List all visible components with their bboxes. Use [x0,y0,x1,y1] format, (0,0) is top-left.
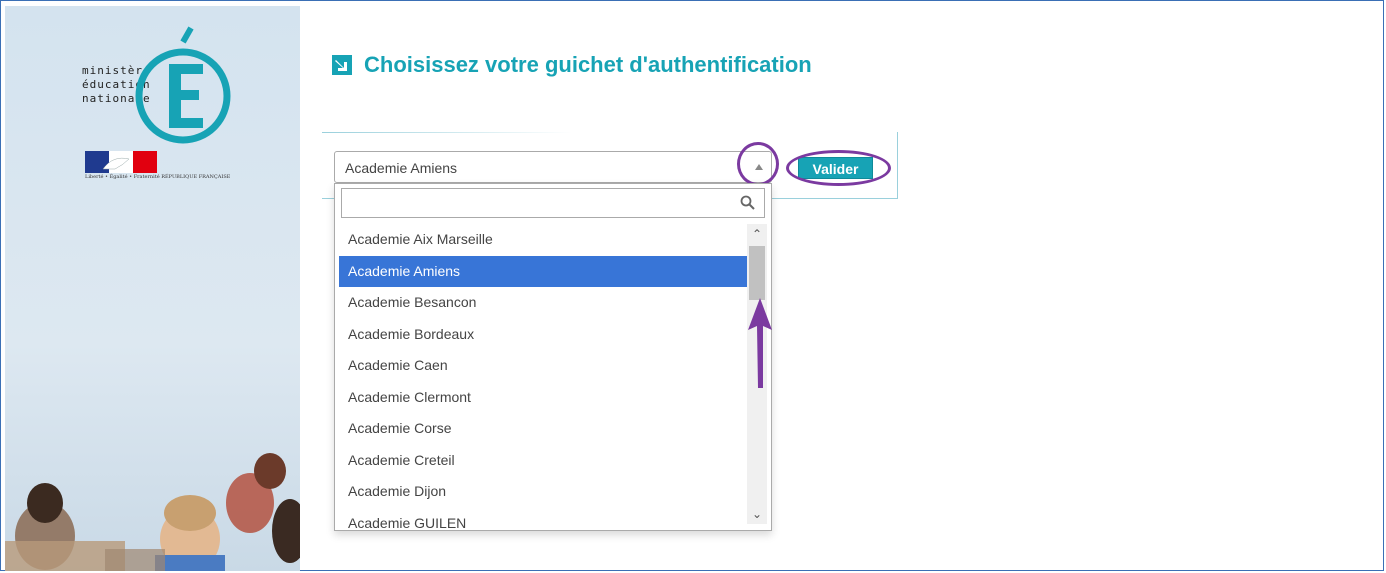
scroll-up-icon[interactable]: ⌃ [747,226,767,242]
dropdown-list: Academie Aix Marseille Academie Amiens A… [339,224,747,530]
list-item[interactable]: Academie Dijon [339,476,747,508]
dropdown-search-input[interactable] [341,188,765,218]
ministry-e-logo-icon [135,26,231,144]
list-item[interactable]: Academie Corse [339,413,747,445]
academie-select[interactable]: Academie Amiens [334,151,772,183]
list-item[interactable]: Academie Bordeaux [339,319,747,351]
annotation-up-arrow-icon [748,298,772,388]
marianne-flag-icon [85,151,157,173]
flag-caption: Liberté • Égalité • Fraternité RÉPUBLIQU… [85,174,231,180]
list-item[interactable]: Academie Caen [339,350,747,382]
scroll-down-icon[interactable]: ⌄ [747,506,767,522]
students-photo [5,453,300,571]
list-item[interactable]: Academie Creteil [339,445,747,477]
list-item[interactable]: Academie Besancon [339,287,747,319]
list-item[interactable]: Academie Clermont [339,382,747,414]
academie-dropdown: Academie Aix Marseille Academie Amiens A… [334,183,772,531]
page-title: Choisissez votre guichet d'authentificat… [332,52,812,78]
search-icon [740,195,755,210]
select-value: Academie Amiens [345,160,458,176]
scroll-thumb[interactable] [749,246,765,300]
list-item[interactable]: Academie GUILEN [339,508,747,531]
list-item-selected[interactable]: Academie Amiens [339,255,747,287]
toggle-highlight-circle [737,142,779,186]
list-item[interactable]: Academie Aix Marseille [339,224,747,256]
arrow-down-right-icon [332,55,352,75]
page-title-text: Choisissez votre guichet d'authentificat… [364,52,812,77]
valider-highlight-circle [786,150,891,186]
sidebar: ministère éducation nationale Liberté • … [5,6,300,571]
